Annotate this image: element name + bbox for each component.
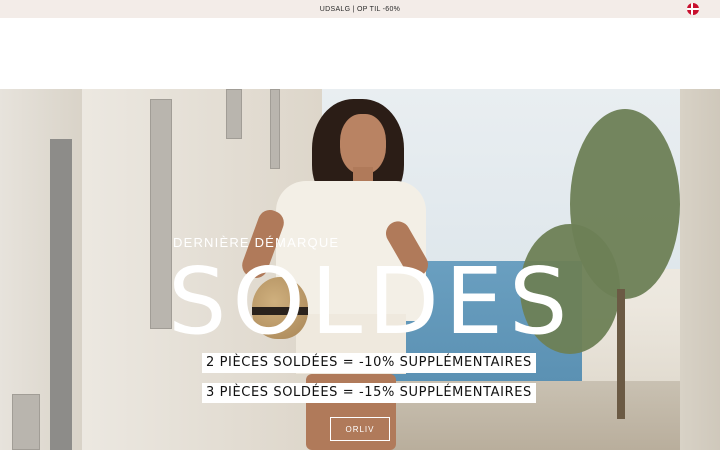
hero-tree <box>570 109 680 299</box>
denmark-flag-icon[interactable] <box>687 3 699 15</box>
hero-door <box>50 139 72 450</box>
hero-shutter <box>226 89 242 139</box>
announcement-bar: UDSALG | OP TIL -60% <box>0 0 720 18</box>
hero-shutter <box>12 394 40 450</box>
shop-now-button[interactable]: ORLIV <box>330 417 390 441</box>
model-face <box>340 114 386 174</box>
site-header <box>0 18 720 89</box>
hero-banner[interactable]: DERNIÈRE DÉMARQUE SOLDES 2 PIÈCES SOLDÉE… <box>0 89 720 450</box>
hero-shutter <box>270 89 280 169</box>
promo-line-2: 3 PIÈCES SOLDÉES = -15% SUPPLÉMENTAIRES <box>202 383 536 403</box>
hero-tree-trunk <box>617 289 625 419</box>
announcement-text: UDSALG | OP TIL -60% <box>319 5 401 13</box>
hero-wall-right <box>680 89 720 450</box>
promo-line-1: 2 PIÈCES SOLDÉES = -10% SUPPLÉMENTAIRES <box>202 353 536 373</box>
hero-headline: SOLDES <box>168 248 574 355</box>
